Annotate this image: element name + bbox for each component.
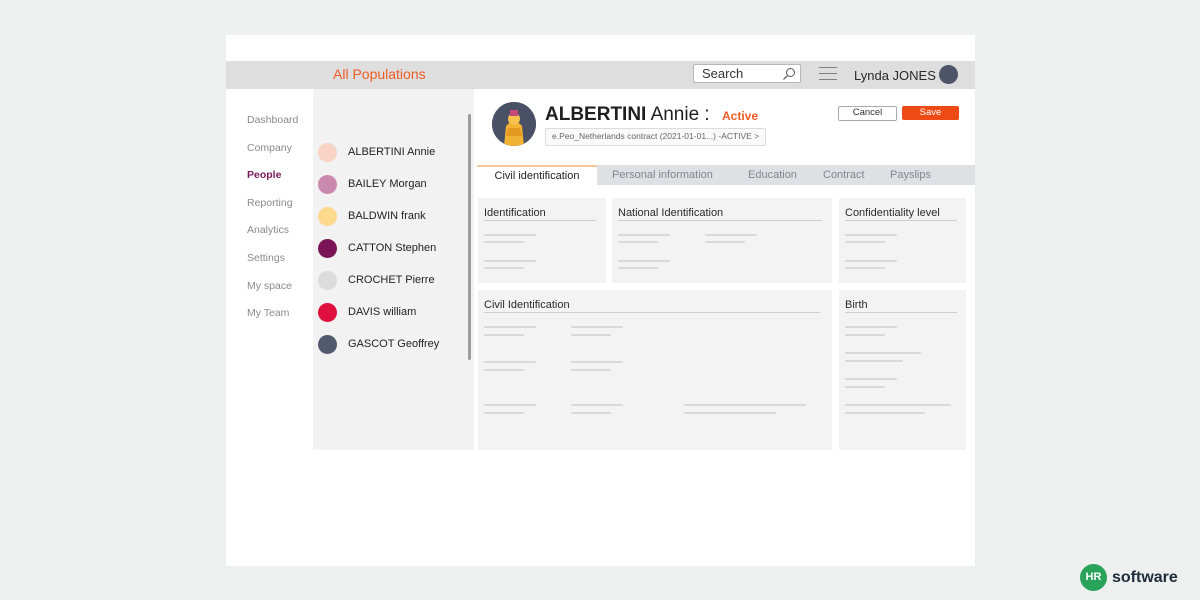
person-avatar	[318, 206, 337, 226]
tab-payslips[interactable]: Payslips	[890, 165, 931, 185]
search-input[interactable]: Search	[693, 64, 801, 83]
status-badge: Active	[722, 109, 759, 123]
national-identification-card: National Identification	[612, 198, 832, 283]
sidebar-item-dashboard[interactable]: Dashboard	[247, 114, 298, 142]
sidebar-item-company[interactable]: Company	[247, 142, 298, 170]
card-title: Identification	[484, 207, 596, 221]
person-name: CATTON Stephen	[348, 242, 437, 254]
list-item[interactable]: CROCHET Pierre	[318, 270, 435, 290]
brand-logo: HR software	[1080, 564, 1178, 591]
people-list: ALBERTINI Annie BAILEY Morgan BALDWIN fr…	[313, 89, 474, 450]
tab-civil-identification[interactable]: Civil identification	[477, 165, 597, 186]
sidebar-item-settings[interactable]: Settings	[247, 252, 298, 280]
civil-identification-card: Civil Identification	[478, 290, 832, 450]
sidebar-nav: Dashboard Company People Reporting Analy…	[247, 114, 298, 335]
card-title: National Identification	[618, 207, 822, 221]
person-name: CROCHET Pierre	[348, 274, 435, 286]
list-item[interactable]: CATTON Stephen	[318, 238, 436, 258]
person-name: BAILEY Morgan	[348, 178, 427, 190]
profile-first-name: Annie :	[650, 104, 710, 125]
profile-last-name: ALBERTINI	[545, 104, 647, 125]
profile-avatar	[492, 102, 536, 146]
user-avatar[interactable]	[939, 65, 958, 84]
brand-name: software	[1112, 568, 1178, 586]
card-title: Birth	[845, 299, 957, 313]
sidebar-item-my-space[interactable]: My space	[247, 280, 298, 308]
sidebar-item-people[interactable]: People	[247, 169, 298, 197]
population-selector[interactable]: All Populations	[333, 66, 426, 82]
hamburger-menu-icon[interactable]	[819, 67, 837, 82]
person-avatar	[318, 238, 337, 258]
tab-bar: Civil identification Personal informatio…	[477, 165, 975, 186]
user-name[interactable]: Lynda JONES	[854, 68, 936, 83]
identification-card: Identification	[478, 198, 606, 283]
person-avatar	[318, 174, 337, 194]
card-title: Confidentiality level	[845, 207, 957, 221]
person-avatar	[318, 334, 337, 354]
person-name: GASCOT Geoffrey	[348, 338, 440, 350]
list-scrollbar[interactable]	[468, 114, 471, 360]
sidebar-item-analytics[interactable]: Analytics	[247, 224, 298, 252]
list-item[interactable]: BALDWIN frank	[318, 206, 426, 226]
search-icon[interactable]	[782, 67, 796, 81]
confidentiality-card: Confidentiality level	[839, 198, 966, 283]
list-item[interactable]: DAVIS william	[318, 302, 416, 322]
app-window: All Populations Search Lynda JONES Dashb…	[226, 35, 975, 566]
cancel-button[interactable]: Cancel	[838, 106, 897, 121]
list-item[interactable]: GASCOT Geoffrey	[318, 334, 439, 354]
birth-card: Birth	[839, 290, 966, 450]
tab-personal-information[interactable]: Personal information	[612, 165, 713, 185]
save-button[interactable]: Save	[902, 106, 959, 120]
sidebar-item-my-team[interactable]: My Team	[247, 307, 298, 335]
sidebar-item-reporting[interactable]: Reporting	[247, 197, 298, 225]
person-name: BALDWIN frank	[348, 210, 426, 222]
top-bar: All Populations Search Lynda JONES	[226, 61, 975, 89]
list-item[interactable]: BAILEY Morgan	[318, 174, 427, 194]
list-item[interactable]: ALBERTINI Annie	[318, 142, 435, 162]
tab-contract[interactable]: Contract	[823, 165, 865, 185]
person-avatar	[318, 142, 337, 162]
profile-name: ALBERTINI Annie :	[545, 104, 710, 126]
tab-education[interactable]: Education	[748, 165, 797, 185]
person-name: ALBERTINI Annie	[348, 146, 436, 158]
card-title: Civil Identification	[484, 299, 820, 313]
person-name: DAVIS william	[348, 306, 417, 318]
person-avatar	[318, 270, 337, 290]
person-avatar	[318, 302, 337, 322]
search-placeholder: Search	[702, 66, 744, 81]
contract-selector[interactable]: e.Peo_Netherlands contract (2021-01-01..…	[545, 128, 767, 146]
brand-mark: HR	[1080, 564, 1107, 591]
